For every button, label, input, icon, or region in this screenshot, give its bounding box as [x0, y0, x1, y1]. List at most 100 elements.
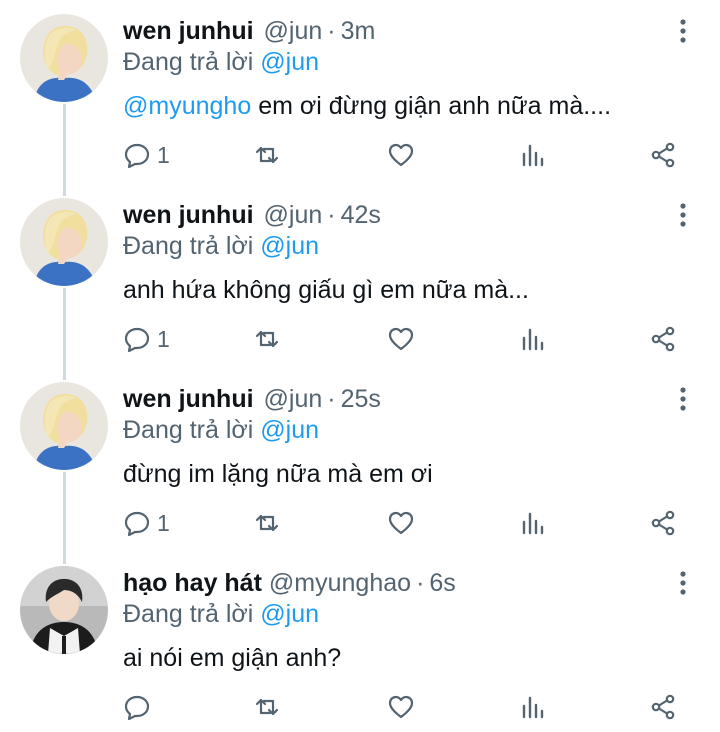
- replying-prefix: Đang trả lời: [123, 416, 254, 444]
- reply-count: 1: [157, 325, 170, 352]
- retweet-button[interactable]: [253, 506, 281, 540]
- separator-dot: ·: [327, 17, 336, 45]
- retweet-button[interactable]: [253, 322, 281, 356]
- user-handle[interactable]: @jun: [264, 382, 323, 416]
- retweet-button[interactable]: [253, 690, 281, 724]
- share-icon: [651, 142, 675, 168]
- analytics-button[interactable]: [519, 506, 547, 540]
- blonde-side-profile-icon: [20, 14, 108, 102]
- timestamp[interactable]: 3m: [341, 14, 376, 48]
- separator-dot: ·: [416, 569, 425, 597]
- timestamp[interactable]: 6s: [429, 566, 455, 600]
- tweet-text-content: ai nói em giận anh?: [123, 644, 342, 672]
- replying-mention[interactable]: @jun: [260, 48, 319, 76]
- tweet-actions: 1: [123, 322, 693, 356]
- share-icon: [651, 326, 675, 352]
- retweet-icon: [255, 330, 279, 348]
- tweet[interactable]: hạo hay hát @myunghao · 6s Đang trả lời …: [0, 552, 720, 732]
- replying-prefix: Đang trả lời: [123, 232, 254, 260]
- analytics-icon: [522, 328, 544, 351]
- timestamp[interactable]: 42s: [341, 198, 381, 232]
- like-button[interactable]: [387, 690, 415, 724]
- tweet-actions: 1: [123, 138, 693, 172]
- more-vertical-icon: [680, 203, 686, 227]
- avatar[interactable]: [20, 382, 108, 470]
- tweet-text: @myungho em ơi đừng giận anh nữa mà....: [123, 88, 611, 124]
- tweet-header: wen junhui @jun · 3m: [123, 14, 375, 48]
- heart-icon: [388, 327, 414, 351]
- retweet-icon: [255, 698, 279, 716]
- share-button[interactable]: [649, 506, 677, 540]
- user-handle[interactable]: @myunghao: [269, 566, 411, 600]
- display-name[interactable]: wen junhui: [123, 382, 254, 416]
- timestamp[interactable]: 25s: [341, 382, 381, 416]
- analytics-icon: [522, 144, 544, 167]
- user-handle[interactable]: @jun: [264, 198, 323, 232]
- share-icon: [651, 510, 675, 536]
- replying-mention[interactable]: @jun: [260, 232, 319, 260]
- tweet-actions: 1: [123, 506, 693, 540]
- share-button[interactable]: [649, 690, 677, 724]
- reply-button[interactable]: 1: [123, 322, 170, 356]
- replying-to: Đang trả lời @jun: [123, 230, 319, 262]
- tweet[interactable]: wen junhui @jun · 25s Đang trả lời @jun …: [0, 368, 720, 552]
- tweet[interactable]: wen junhui @jun · 42s Đang trả lời @jun …: [0, 184, 720, 368]
- share-button[interactable]: [649, 322, 677, 356]
- retweet-icon: [255, 146, 279, 164]
- replying-to: Đang trả lời @jun: [123, 414, 319, 446]
- tweet-text-content: anh hứa không giấu gì em nữa mà...: [123, 276, 529, 304]
- tweet-header: wen junhui @jun · 42s: [123, 198, 381, 232]
- tweet-mention[interactable]: @myungho: [123, 92, 251, 120]
- more-vertical-icon: [680, 387, 686, 411]
- reply-icon: [124, 695, 150, 721]
- tweet-text: ai nói em giận anh?: [123, 640, 341, 676]
- reply-icon: [124, 511, 150, 537]
- analytics-icon: [522, 696, 544, 719]
- tweet[interactable]: wen junhui @jun · 3m Đang trả lời @jun @…: [0, 0, 720, 184]
- more-options-button[interactable]: [672, 198, 694, 232]
- separator-dot: ·: [327, 201, 336, 229]
- share-button[interactable]: [649, 138, 677, 172]
- tweet-header: wen junhui @jun · 25s: [123, 382, 381, 416]
- analytics-button[interactable]: [519, 690, 547, 724]
- more-options-button[interactable]: [672, 566, 694, 600]
- analytics-button[interactable]: [519, 322, 547, 356]
- display-name[interactable]: hạo hay hát: [123, 566, 262, 600]
- avatar[interactable]: [20, 14, 108, 102]
- more-options-button[interactable]: [672, 382, 694, 416]
- reply-count: 1: [157, 141, 170, 168]
- avatar[interactable]: [20, 566, 108, 654]
- reply-button[interactable]: [123, 690, 157, 724]
- like-button[interactable]: [387, 506, 415, 540]
- replying-mention[interactable]: @jun: [260, 600, 319, 628]
- display-name[interactable]: wen junhui: [123, 14, 254, 48]
- replying-to: Đang trả lời @jun: [123, 598, 319, 630]
- like-button[interactable]: [387, 322, 415, 356]
- avatar[interactable]: [20, 198, 108, 286]
- share-icon: [651, 694, 675, 720]
- heart-icon: [388, 143, 414, 167]
- tweet-text-content: đừng im lặng nữa mà em ơi: [123, 460, 433, 488]
- tweet-text-content: em ơi đừng giận anh nữa mà....: [258, 92, 612, 120]
- tweet-actions: [123, 690, 693, 724]
- reply-icon: [124, 327, 150, 353]
- analytics-icon: [522, 512, 544, 535]
- reply-button[interactable]: 1: [123, 138, 170, 172]
- reply-icon: [124, 143, 150, 169]
- separator-dot: ·: [327, 385, 336, 413]
- analytics-button[interactable]: [519, 138, 547, 172]
- replying-prefix: Đang trả lời: [123, 48, 254, 76]
- more-vertical-icon: [680, 19, 686, 43]
- dark-hair-jacket-icon: [20, 566, 108, 654]
- retweet-button[interactable]: [253, 138, 281, 172]
- replying-mention[interactable]: @jun: [260, 416, 319, 444]
- display-name[interactable]: wen junhui: [123, 198, 254, 232]
- reply-button[interactable]: 1: [123, 506, 170, 540]
- more-options-button[interactable]: [672, 14, 694, 48]
- user-handle[interactable]: @jun: [264, 14, 323, 48]
- replying-prefix: Đang trả lời: [123, 600, 254, 628]
- tweet-text: đừng im lặng nữa mà em ơi: [123, 456, 433, 492]
- tweet-text: anh hứa không giấu gì em nữa mà...: [123, 272, 529, 308]
- more-vertical-icon: [680, 571, 686, 595]
- like-button[interactable]: [387, 138, 415, 172]
